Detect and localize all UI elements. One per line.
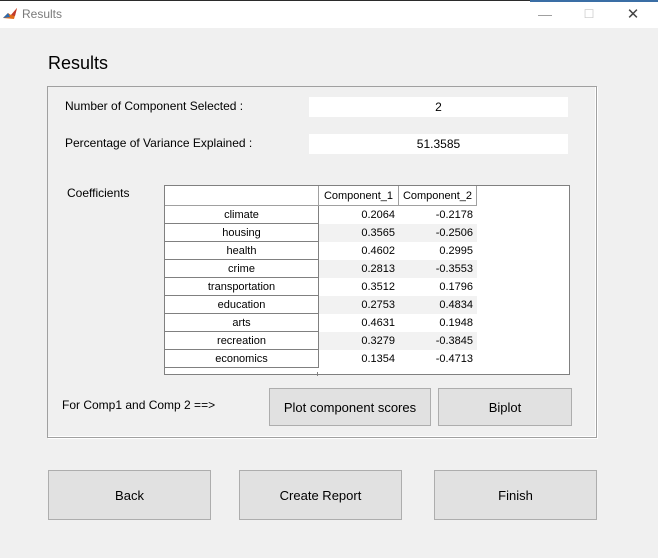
title-bar: Results — ☐ ✕ [0, 0, 658, 28]
coefficients-label: Coefficients [67, 186, 130, 200]
table-cell[interactable]: -0.2506 [399, 224, 477, 242]
table-cell[interactable]: 0.4631 [319, 314, 399, 332]
row-name: climate [165, 206, 319, 224]
taskbar-edge [530, 0, 658, 2]
plot-component-scores-button[interactable]: Plot component scores [269, 388, 431, 426]
row-name: crime [165, 260, 319, 278]
variance-field: 51.3585 [309, 134, 568, 154]
window-title: Results [22, 7, 63, 21]
table-cell[interactable]: 0.4602 [319, 242, 399, 260]
table-cell[interactable]: -0.3845 [399, 332, 477, 350]
table-cell[interactable]: 0.2813 [319, 260, 399, 278]
num-components-label: Number of Component Selected : [65, 99, 244, 113]
table-cell[interactable]: 0.3565 [319, 224, 399, 242]
matlab-icon [2, 6, 18, 22]
back-button[interactable]: Back [48, 470, 211, 520]
finish-button[interactable]: Finish [434, 470, 597, 520]
table-cell[interactable]: 0.1354 [319, 350, 399, 368]
row-name: transportation [165, 278, 319, 296]
column-header[interactable]: Component_2 [399, 186, 477, 206]
table-cell[interactable]: 0.1796 [399, 278, 477, 296]
table-cell[interactable]: 0.2753 [319, 296, 399, 314]
row-name: education [165, 296, 319, 314]
table-cell[interactable]: 0.1948 [399, 314, 477, 332]
table-cell[interactable]: -0.3553 [399, 260, 477, 278]
minimize-button[interactable]: — [522, 0, 568, 28]
table-cell[interactable]: -0.2178 [399, 206, 477, 224]
table-cell[interactable]: 0.3279 [319, 332, 399, 350]
biplot-button[interactable]: Biplot [438, 388, 572, 426]
variance-label: Percentage of Variance Explained : [65, 136, 253, 150]
plot-prompt-label: For Comp1 and Comp 2 ==> [62, 398, 216, 412]
page-title: Results [48, 53, 109, 73]
table-cell[interactable]: 0.2995 [399, 242, 477, 260]
row-name: economics [165, 350, 319, 368]
table-cell[interactable]: 0.4834 [399, 296, 477, 314]
num-components-field: 2 [309, 97, 568, 117]
row-name: recreation [165, 332, 319, 350]
create-report-button[interactable]: Create Report [239, 470, 402, 520]
table-cell[interactable]: -0.4713 [399, 350, 477, 368]
coefficients-table[interactable]: Component_1 Component_2 climate 0.2064 -0.… [164, 185, 570, 376]
row-name: arts [165, 314, 319, 332]
column-header[interactable]: Component_1 [319, 186, 399, 206]
table-corner [165, 186, 319, 206]
table-filler [165, 372, 318, 376]
table-cell[interactable]: 0.3512 [319, 278, 399, 296]
table-cell[interactable]: 0.2064 [319, 206, 399, 224]
row-name: housing [165, 224, 319, 242]
maximize-button[interactable]: ☐ [566, 0, 612, 28]
row-name: health [165, 242, 319, 260]
close-button[interactable]: ✕ [610, 0, 656, 28]
